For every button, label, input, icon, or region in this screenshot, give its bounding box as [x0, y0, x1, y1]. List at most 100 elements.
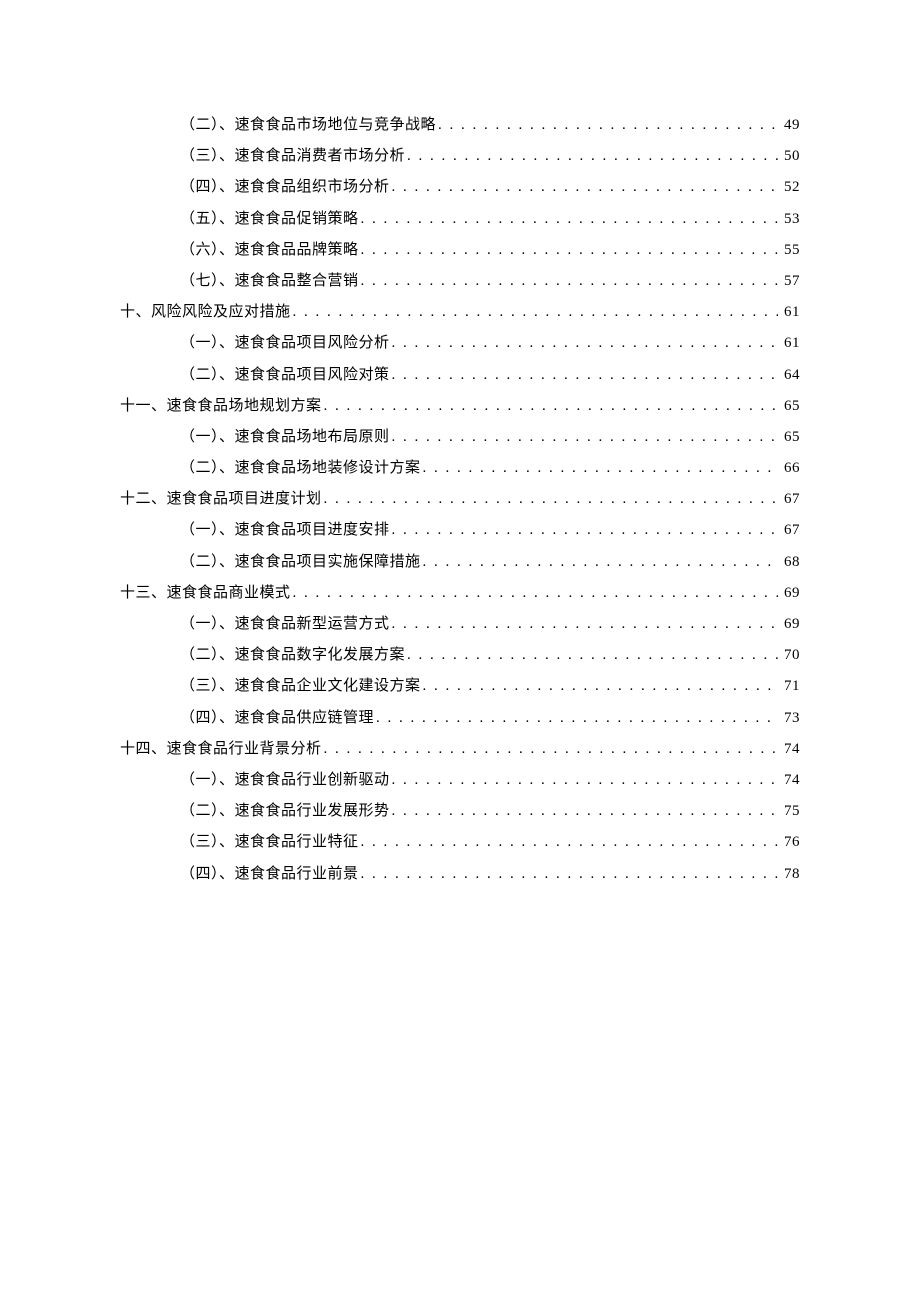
toc-entry-label: （二）、速食食品数字化发展方案	[180, 640, 405, 671]
toc-leader-dots	[423, 453, 778, 484]
toc-entry-label: （二）、速食食品行业发展形势	[180, 796, 390, 827]
toc-leader-dots	[324, 484, 778, 515]
toc-entry-page: 74	[780, 734, 800, 765]
toc-leader-dots	[361, 204, 778, 235]
toc-entry: （四）、速食食品供应链管理 73	[120, 703, 800, 734]
toc-entry-label: （二）、速食食品项目实施保障措施	[180, 547, 421, 578]
toc-entry-page: 75	[780, 796, 800, 827]
toc-leader-dots	[392, 328, 778, 359]
toc-entry-label: 十四、速食食品行业背景分析	[120, 734, 322, 765]
toc-entry-page: 53	[780, 204, 800, 235]
toc-entry: （二）、速食食品市场地位与竞争战略 49	[120, 110, 800, 141]
toc-entry-label: （四）、速食食品行业前景	[180, 859, 359, 890]
toc-entry-page: 61	[780, 328, 800, 359]
toc-leader-dots	[392, 609, 778, 640]
toc-entry-label: （一）、速食食品新型运营方式	[180, 609, 390, 640]
toc-entry: （二）、速食食品项目风险对策 64	[120, 360, 800, 391]
toc-entry-label: 十、风险风险及应对措施	[120, 297, 291, 328]
toc-entry: （一）、速食食品项目风险分析 61	[120, 328, 800, 359]
toc-entry: （七）、速食食品整合营销 57	[120, 266, 800, 297]
toc-entry: （四）、速食食品行业前景 78	[120, 859, 800, 890]
toc-entry-label: （七）、速食食品整合营销	[180, 266, 359, 297]
toc-entry: （六）、速食食品品牌策略 55	[120, 235, 800, 266]
toc-entry: 十一、速食食品场地规划方案 65	[120, 391, 800, 422]
toc-entry-page: 66	[780, 453, 800, 484]
toc-entry-page: 55	[780, 235, 800, 266]
toc-entry-label: （六）、速食食品品牌策略	[180, 235, 359, 266]
toc-entry-label: （二）、速食食品市场地位与竞争战略	[180, 110, 436, 141]
toc-leader-dots	[392, 515, 778, 546]
toc-leader-dots	[324, 391, 778, 422]
toc-entry-label: （四）、速食食品供应链管理	[180, 703, 374, 734]
toc-entry: （一）、速食食品场地布局原则 65	[120, 422, 800, 453]
toc-entry: （一）、速食食品行业创新驱动 74	[120, 765, 800, 796]
toc-leader-dots	[407, 640, 778, 671]
toc-leader-dots	[324, 734, 778, 765]
toc-entry-page: 67	[780, 484, 800, 515]
table-of-contents: （二）、速食食品市场地位与竞争战略49（三）、速食食品消费者市场分析50（四）、…	[120, 110, 800, 890]
toc-leader-dots	[361, 266, 778, 297]
toc-entry: （五）、速食食品促销策略53	[120, 204, 800, 235]
toc-leader-dots	[423, 671, 778, 702]
toc-leader-dots	[361, 859, 778, 890]
toc-entry: （二）、速食食品场地装修设计方案 66	[120, 453, 800, 484]
toc-entry-page: 76	[780, 827, 800, 858]
toc-entry: （二）、速食食品项目实施保障措施 68	[120, 547, 800, 578]
toc-entry-label: （二）、速食食品项目风险对策	[180, 360, 390, 391]
toc-entry-label: （一）、速食食品项目风险分析	[180, 328, 390, 359]
toc-leader-dots	[438, 110, 778, 141]
toc-leader-dots	[293, 297, 778, 328]
toc-entry-label: （二）、速食食品场地装修设计方案	[180, 453, 421, 484]
toc-entry-label: （一）、速食食品项目进度安排	[180, 515, 390, 546]
toc-leader-dots	[293, 578, 778, 609]
toc-entry-label: （三）、速食食品行业特征	[180, 827, 359, 858]
toc-entry-page: 52	[780, 172, 800, 203]
toc-leader-dots	[361, 235, 778, 266]
toc-entry-label: （一）、速食食品场地布局原则	[180, 422, 390, 453]
toc-entry-page: 78	[780, 859, 800, 890]
toc-entry: （四）、速食食品组织市场分析 52	[120, 172, 800, 203]
toc-entry-page: 73	[780, 703, 800, 734]
toc-entry-label: （三）、速食食品企业文化建设方案	[180, 671, 421, 702]
toc-leader-dots	[407, 141, 778, 172]
toc-entry-page: 57	[780, 266, 800, 297]
toc-entry: 十四、速食食品行业背景分析 74	[120, 734, 800, 765]
toc-entry: （一）、速食食品新型运营方式 69	[120, 609, 800, 640]
toc-entry-label: 十二、速食食品项目进度计划	[120, 484, 322, 515]
toc-leader-dots	[392, 360, 778, 391]
toc-entry: 十、风险风险及应对措施 61	[120, 297, 800, 328]
toc-entry-label: 十一、速食食品场地规划方案	[120, 391, 322, 422]
toc-entry-label: 十三、速食食品商业模式	[120, 578, 291, 609]
toc-entry: 十二、速食食品项目进度计划 67	[120, 484, 800, 515]
toc-entry-label: （一）、速食食品行业创新驱动	[180, 765, 390, 796]
toc-entry: （三）、速食食品消费者市场分析 50	[120, 141, 800, 172]
toc-entry: （三）、速食食品企业文化建设方案 71	[120, 671, 800, 702]
toc-entry-page: 61	[780, 297, 800, 328]
toc-leader-dots	[361, 827, 778, 858]
toc-entry-page: 49	[780, 110, 800, 141]
toc-entry-page: 50	[780, 141, 800, 172]
toc-entry-page: 74	[780, 765, 800, 796]
toc-entry-page: 69	[780, 578, 800, 609]
toc-entry: （二）、速食食品数字化发展方案 70	[120, 640, 800, 671]
toc-entry-page: 68	[780, 547, 800, 578]
toc-entry-label: （四）、速食食品组织市场分析	[180, 172, 390, 203]
toc-leader-dots	[392, 765, 778, 796]
toc-entry-page: 70	[780, 640, 800, 671]
toc-leader-dots	[376, 703, 778, 734]
toc-entry-page: 71	[780, 671, 800, 702]
toc-leader-dots	[392, 796, 778, 827]
toc-leader-dots	[392, 172, 778, 203]
toc-entry: （三）、速食食品行业特征 76	[120, 827, 800, 858]
toc-entry-page: 65	[780, 422, 800, 453]
toc-entry-page: 64	[780, 360, 800, 391]
toc-entry-label: （三）、速食食品消费者市场分析	[180, 141, 405, 172]
toc-entry-page: 69	[780, 609, 800, 640]
toc-entry: （二）、速食食品行业发展形势 75	[120, 796, 800, 827]
toc-leader-dots	[423, 547, 778, 578]
toc-entry: 十三、速食食品商业模式 69	[120, 578, 800, 609]
toc-entry: （一）、速食食品项目进度安排 67	[120, 515, 800, 546]
toc-entry-page: 67	[780, 515, 800, 546]
toc-entry-page: 65	[780, 391, 800, 422]
toc-leader-dots	[392, 422, 778, 453]
